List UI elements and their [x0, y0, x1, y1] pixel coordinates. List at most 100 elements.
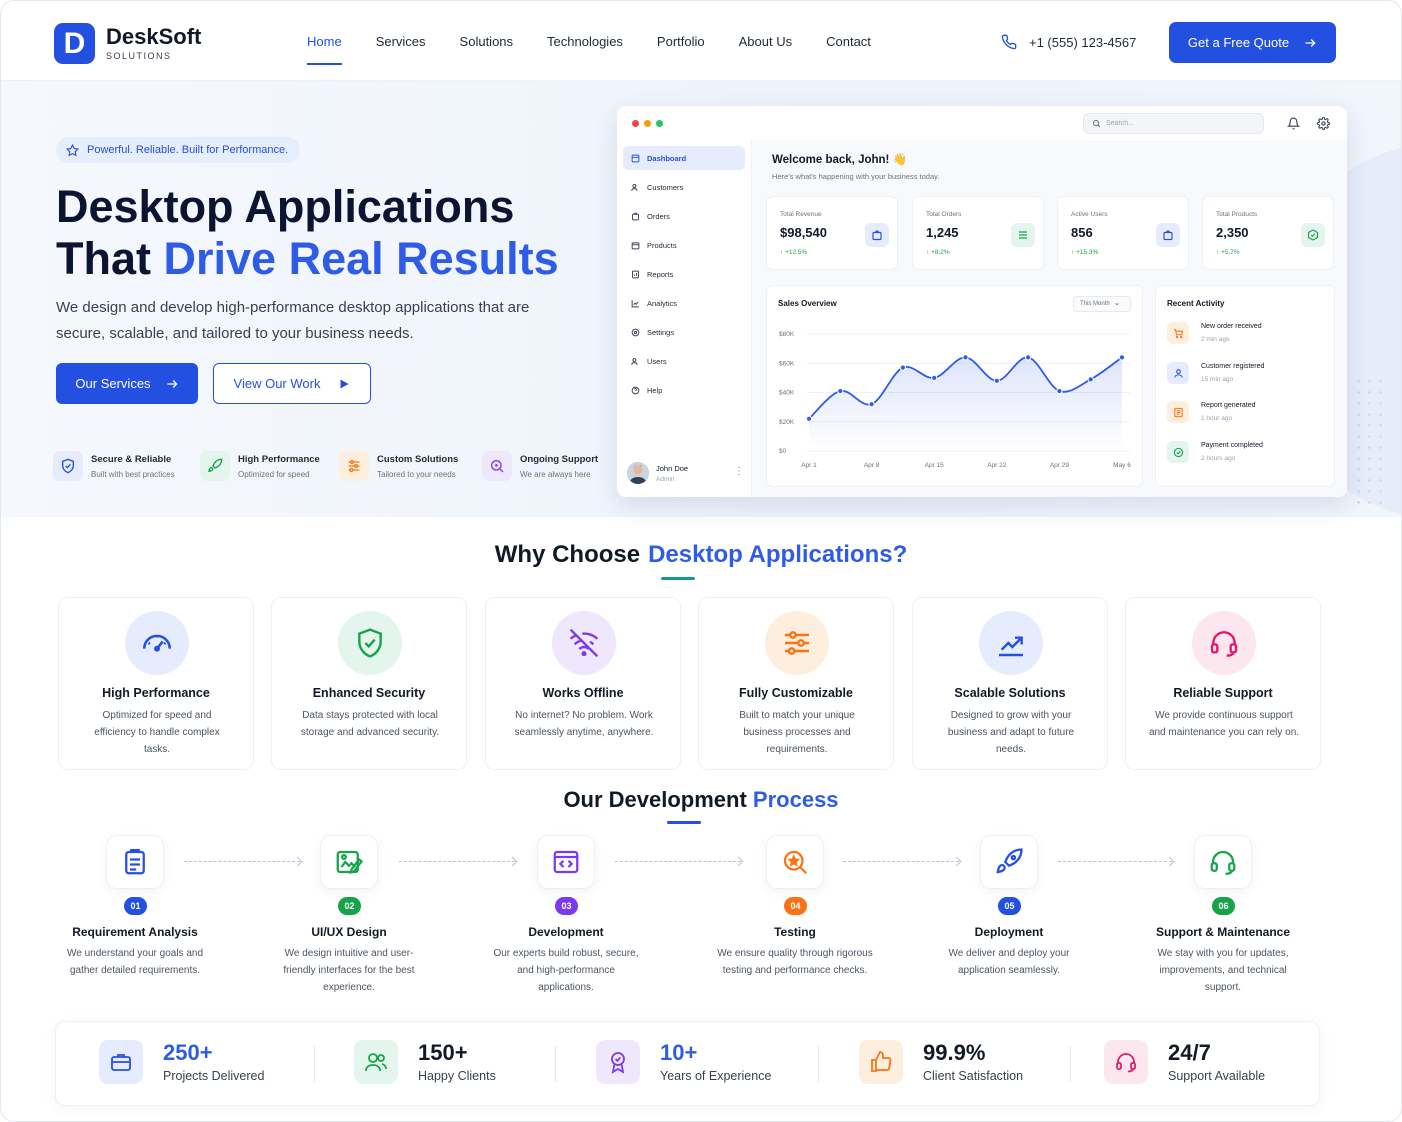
sidebar-user[interactable]: John Doe Admin ⋮ [627, 462, 745, 484]
step-number: 01 [124, 897, 147, 915]
hero-title: Desktop Applications That Drive Real Res… [56, 181, 616, 285]
stat-label: Happy Clients [418, 1069, 496, 1083]
kpi-card-users: Active Users 856 ↑ +15.3% [1057, 196, 1189, 270]
card-title: Reliable Support [1173, 686, 1273, 700]
step-title: UI/UX Design [311, 925, 387, 939]
kpi-change-value: +5.7% [1221, 249, 1240, 256]
brand-subtitle: SOLUTIONS [106, 51, 172, 61]
sales-data-point [1056, 387, 1063, 395]
kpi-change: ↑ +8.2% [926, 249, 950, 256]
hero-feature-secure: Secure & Reliable Built with best practic… [53, 451, 175, 481]
our-services-button[interactable]: Our Services [56, 363, 198, 404]
feature-sub: Built with best practices [91, 469, 175, 479]
minimize-dot [644, 120, 651, 127]
y-tick-label: $80K [779, 331, 795, 338]
stat-divider [1070, 1046, 1071, 1082]
card-title: Enhanced Security [312, 686, 426, 700]
close-dot [632, 120, 639, 127]
x-tick-label: Apr 22 [987, 462, 1007, 469]
nav-solutions[interactable]: Solutions [460, 34, 513, 49]
sidebar-item-products[interactable]: Products [623, 233, 745, 257]
sidebar-label: Customers [647, 182, 684, 192]
cart-icon [1167, 322, 1189, 344]
brand-logo[interactable]: D DeskSoft SOLUTIONS [54, 23, 201, 64]
sidebar-item-dashboard[interactable]: Dashboard [623, 146, 745, 170]
hero-feature-support: Ongoing Support We are always here [482, 451, 598, 481]
sidebar-item-orders[interactable]: Orders [623, 204, 745, 228]
card-desc: Optimized for speed and efficiency to ha… [94, 710, 220, 755]
sidebar-item-analytics[interactable]: Analytics [623, 291, 745, 315]
sales-data-point [899, 364, 906, 371]
feature-title: Ongoing Support [520, 453, 599, 465]
sales-data-point [1118, 354, 1126, 361]
nav-home[interactable]: Home [307, 34, 342, 65]
kpi-change-value: +15.3% [1076, 249, 1099, 256]
analytics-icon [631, 299, 639, 307]
kpi-card-orders: Total Orders 1,245 ↑ +8.2% [912, 196, 1044, 270]
nav-about-us[interactable]: About Us [739, 34, 792, 49]
bell-icon[interactable] [1287, 117, 1300, 130]
headset-icon [1192, 611, 1256, 675]
star-icon [66, 143, 79, 156]
activity-title: New order received [1201, 323, 1262, 330]
why-title-a: Why Choose [494, 541, 641, 568]
phone-contact[interactable]: +1 (555) 123-4567 [1001, 34, 1136, 50]
sales-data-point [962, 354, 969, 361]
wifi-off-icon [552, 611, 616, 675]
activity-item[interactable]: New order received 2 min ago [1167, 322, 1262, 344]
sliders-icon [1011, 223, 1035, 247]
nav-services[interactable]: Services [376, 34, 426, 49]
search-icon [1093, 120, 1101, 128]
why-card-scalable: Scalable Solutions Designed to grow with… [912, 597, 1108, 770]
x-tick-label: May 6 [1113, 462, 1131, 469]
dashboard-mockup: Search... Dashboard Customers Orders Pro… [617, 106, 1347, 497]
shield-check-icon [338, 611, 402, 675]
design-icon [320, 835, 378, 889]
card-desc: Data stays protected with local storage … [300, 710, 440, 738]
kpi-value: 2,350 [1216, 225, 1249, 240]
nav-technologies[interactable]: Technologies [547, 34, 623, 49]
why-card-security: Enhanced Security Data stays protected w… [271, 597, 467, 770]
hero-title-line1: Desktop Applications [56, 181, 515, 232]
decor-dot-grid [1353, 376, 1383, 506]
dashboard-main: Welcome back, John! 👋 Here's what's happ… [752, 140, 1347, 497]
main-menu: Home Services Solutions Technologies Por… [307, 34, 905, 65]
kpi-value: 856 [1071, 225, 1093, 240]
sales-data-point [1087, 376, 1094, 383]
view-our-work-button[interactable]: View Our Work [213, 363, 371, 404]
box-icon [631, 241, 640, 249]
activity-item[interactable]: Report generated 1 hour ago [1167, 401, 1255, 423]
nav-portfolio[interactable]: Portfolio [657, 34, 705, 49]
kpi-label: Total Products [1216, 211, 1258, 218]
sidebar-item-users[interactable]: Users [623, 349, 745, 373]
kebab-menu-icon[interactable]: ⋮ [734, 466, 744, 477]
gear-icon[interactable] [1317, 117, 1330, 130]
card-desc: Built to match your unique business proc… [739, 710, 855, 755]
bag-icon [865, 223, 889, 247]
activity-title: Payment completed [1201, 442, 1263, 449]
users-icon [631, 357, 638, 365]
activity-item[interactable]: Customer registered 15 min ago [1167, 362, 1264, 384]
card-desc: No internet? No problem. Work seamlessly… [514, 710, 654, 738]
get-quote-label: Get a Free Quote [1187, 35, 1290, 50]
step-title: Support & Maintenance [1155, 925, 1290, 939]
welcome-subtext: Here's what's happening with your busine… [772, 172, 940, 181]
activity-time: 15 min ago [1201, 376, 1234, 383]
get-quote-button[interactable]: Get a Free Quote [1169, 22, 1336, 63]
dashboard-search-input[interactable]: Search... [1083, 113, 1264, 134]
kpi-card-products: Total Products 2,350 ↑ +5.7% [1202, 196, 1334, 270]
stat-label: Years of Experience [660, 1069, 772, 1083]
sidebar-item-settings[interactable]: Settings [623, 320, 745, 344]
avatar [627, 462, 649, 484]
hero-lead: We design and develop high-performance d… [56, 299, 530, 342]
dashboard-sidebar: Dashboard Customers Orders Products Repo… [617, 140, 752, 497]
sidebar-item-help[interactable]: Help [623, 378, 745, 402]
why-title-b: Desktop Applications? [648, 541, 908, 568]
activity-item[interactable]: Payment completed 2 hours ago [1167, 441, 1263, 463]
stat-label: Projects Delivered [163, 1069, 265, 1083]
process-arrow [399, 861, 515, 862]
briefcase-icon [99, 1040, 143, 1084]
sidebar-item-reports[interactable]: Reports [623, 262, 745, 286]
nav-contact[interactable]: Contact [826, 34, 871, 49]
sidebar-item-customers[interactable]: Customers [623, 175, 745, 199]
